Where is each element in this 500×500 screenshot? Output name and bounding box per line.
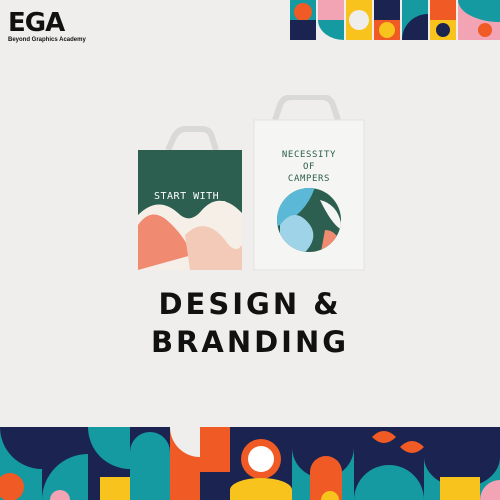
bags-illustration: START WITH_ NECESSITY OF CAMPERS: [138, 95, 365, 271]
ega-logo: EGA Beyond Graphics Academy: [8, 10, 118, 50]
large-bag-handle: [272, 95, 341, 121]
headline-line-1: DESIGN &: [158, 287, 342, 321]
logo-subtitle: Beyond Graphics Academy: [8, 37, 86, 43]
geometric-pattern-bottom: [0, 427, 500, 500]
large-bag-line-3: CAMPERS: [288, 174, 330, 184]
page: EGA Beyond Graphics Academy START WITH_: [0, 0, 500, 500]
small-bag-handle: [165, 126, 219, 152]
headline: DESIGN & BRANDING: [0, 285, 500, 361]
logo-mark: EGA: [8, 8, 65, 38]
headline-line-2: BRANDING: [150, 325, 350, 359]
large-bag-line-2: OF: [303, 162, 315, 172]
large-bag-line-1: NECESSITY: [282, 150, 336, 160]
small-bag-text: START WITH_: [154, 191, 226, 202]
geometric-pattern-top: [290, 0, 500, 40]
